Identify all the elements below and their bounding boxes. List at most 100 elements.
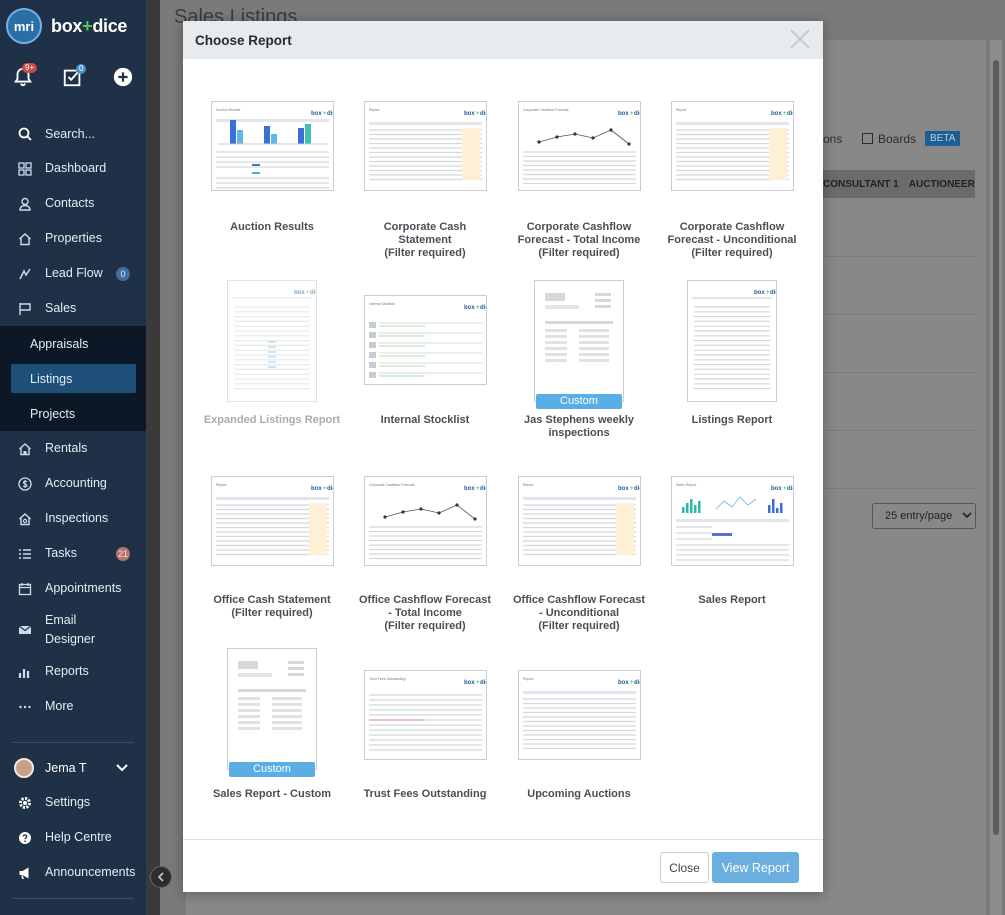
user-menu[interactable]: Jema T (0, 751, 146, 785)
per-page-select[interactable]: 25 entry/page (872, 503, 976, 529)
scrollbar-thumb[interactable] (993, 60, 999, 835)
help-icon (18, 831, 32, 845)
sidebar-item-label: Lead Flow (45, 266, 103, 280)
sidebar-item-label: Reports (45, 664, 89, 678)
view-report-button[interactable]: View Report (712, 852, 799, 883)
sidebar-item-email-designer[interactable]: Email Designer (0, 606, 146, 654)
close-icon[interactable] (789, 28, 811, 50)
sidebar-item-accounting[interactable]: Accounting (0, 466, 146, 501)
tasks-check-icon[interactable]: 0 (62, 64, 88, 92)
close-button[interactable]: Close (660, 852, 709, 883)
sidebar-item-appointments[interactable]: Appointments (0, 571, 146, 606)
report-label[interactable]: Office Cashflow Forecast - Unconditional… (504, 594, 654, 633)
report-thumbnail[interactable]: Reportbox+dice (363, 101, 487, 191)
sidebar-item-label: Appointments (45, 581, 122, 595)
report-thumbnail[interactable]: Internal Stocklistbox+dice (363, 295, 487, 385)
report-thumbnail[interactable]: Reportbox+dice (210, 476, 334, 566)
tasks-icon (18, 547, 32, 561)
sidebar-item-label: Properties (45, 231, 102, 245)
report-thumbnail[interactable]: box+dice (687, 280, 777, 402)
sidebar-subitem-listings[interactable]: Listings (11, 364, 136, 393)
report-label[interactable]: Trust Fees Outstanding (350, 788, 500, 801)
top-icons: 9+ 0 (12, 63, 138, 96)
report-thumbnail[interactable] (227, 648, 317, 770)
col-consultant[interactable]: CONSULTANT 1 (823, 179, 899, 190)
sidebar-item-label: Rentals (45, 441, 88, 455)
report-thumbnail[interactable]: Reportbox+dice (517, 476, 641, 566)
sidebar-item-sales[interactable]: Sales (0, 291, 146, 326)
report-label[interactable]: Listings Report (657, 414, 807, 427)
report-label[interactable]: Sales Report - Custom (197, 788, 347, 801)
svg-text:box: box (771, 111, 782, 117)
sidebar-item-inspections[interactable]: Inspections (0, 501, 146, 536)
sidebar-subitem-projects[interactable]: Projects (0, 396, 146, 431)
sidebar-item-more[interactable]: More (0, 689, 146, 724)
report-label[interactable]: Office Cash Statement (Filter required) (197, 594, 347, 620)
report-label[interactable]: Upcoming Auctions (504, 788, 654, 801)
boards-icon (862, 133, 873, 144)
add-plus-icon[interactable] (112, 66, 138, 92)
sidebar-item-help-centre[interactable]: Help Centre (0, 820, 146, 855)
user-name: Jema T (45, 761, 87, 775)
collapse-sidebar-button[interactable] (150, 866, 172, 888)
report-label[interactable]: Office Cashflow Forecast - Total Income … (350, 594, 500, 633)
report-label[interactable]: Corporate Cashflow Forecast - Unconditio… (657, 221, 807, 260)
report-thumbnail[interactable]: Reportbox+dice (517, 670, 641, 760)
report-thumbnail[interactable]: Auction Resultsbox+dice (210, 101, 334, 191)
report-label[interactable]: Sales Report (657, 594, 807, 607)
sidebar-item-label: Contacts (45, 196, 95, 210)
report-thumbnail[interactable]: box+dice (227, 280, 317, 402)
report-label[interactable]: Corporate Cashflow Forecast - Total Inco… (504, 221, 654, 260)
brand-left: box (51, 15, 83, 36)
brand-plus: + (82, 15, 93, 36)
report-label[interactable]: Internal Stocklist (350, 414, 500, 427)
notifications-bell-icon[interactable]: 9+ (12, 63, 38, 92)
report-thumbnail[interactable]: Corporate Cashflow Forecastbox+dice (363, 476, 487, 566)
sidebar-item-contacts[interactable]: Contacts (0, 186, 146, 221)
sidebar-item-tasks[interactable]: Tasks 21 (0, 536, 146, 571)
sidebar-count-badge: 0 (116, 266, 130, 281)
modal-footer: Close View Report (183, 839, 823, 892)
report-thumbnail[interactable]: Corporate Cashflow Forecastbox+dice (517, 101, 641, 191)
sidebar-item-reports[interactable]: Reports (0, 654, 146, 689)
table-row (823, 256, 976, 257)
report-label[interactable]: Expanded Listings Report (197, 414, 347, 427)
app-logo[interactable]: mri box+dice (6, 8, 127, 44)
search-icon (18, 127, 32, 141)
sidebar-item-label: Announcements (45, 865, 136, 879)
svg-text:Sales Report: Sales Report (676, 483, 696, 487)
report-thumbnail[interactable]: Sales Reportbox+dice (670, 476, 794, 566)
sidebar-item-settings[interactable]: Settings (0, 785, 146, 820)
sidebar-scrollbar[interactable] (146, 0, 160, 915)
svg-text:dice: dice (480, 305, 486, 311)
report-thumbnail[interactable] (534, 280, 624, 402)
sidebar-search[interactable]: Search... (0, 116, 146, 151)
sidebar-item-announcements[interactable]: Announcements (0, 855, 146, 890)
sidebar-item-dashboard[interactable]: Dashboard (0, 151, 146, 186)
sidebar-subitem-appraisals[interactable]: Appraisals (0, 326, 146, 361)
svg-text:Corporate Cashflow Forecast: Corporate Cashflow Forecast (523, 108, 569, 112)
chevron-down-icon (116, 761, 129, 775)
sidebar-item-label: Accounting (45, 476, 107, 490)
sidebar-item-properties[interactable]: Properties (0, 221, 146, 256)
report-thumbnail[interactable]: Reportbox+dice (670, 101, 794, 191)
boards-tab[interactable]: Boards (862, 132, 916, 146)
report-label[interactable]: Auction Results (197, 221, 347, 234)
sidebar-item-label: Email Designer (45, 613, 96, 646)
table-row (823, 372, 976, 373)
sidebar-item-rentals[interactable]: Rentals (0, 431, 146, 466)
view-tab-partial[interactable]: ons (823, 132, 842, 146)
mri-logo: mri (6, 8, 42, 44)
sidebar-item-label: Settings (45, 795, 91, 809)
sidebar-item-lead-flow[interactable]: Lead Flow 0 (0, 256, 146, 291)
report-label[interactable]: Jas Stephens weekly inspections (504, 414, 654, 440)
page-scrollbar[interactable] (990, 40, 1002, 915)
col-auctioneer[interactable]: AUCTIONEER (909, 179, 975, 190)
svg-text:dice: dice (787, 111, 793, 117)
report-thumbnail[interactable]: Trust Fees Outstandingbox+dice (363, 670, 487, 760)
svg-text:dice: dice (634, 680, 640, 686)
table-header: CONSULTANT 1 AUCTIONEER (823, 170, 975, 198)
chevron-down-icon (962, 510, 972, 522)
svg-text:box: box (618, 111, 629, 117)
report-label[interactable]: Corporate Cash Statement (Filter require… (350, 221, 500, 260)
